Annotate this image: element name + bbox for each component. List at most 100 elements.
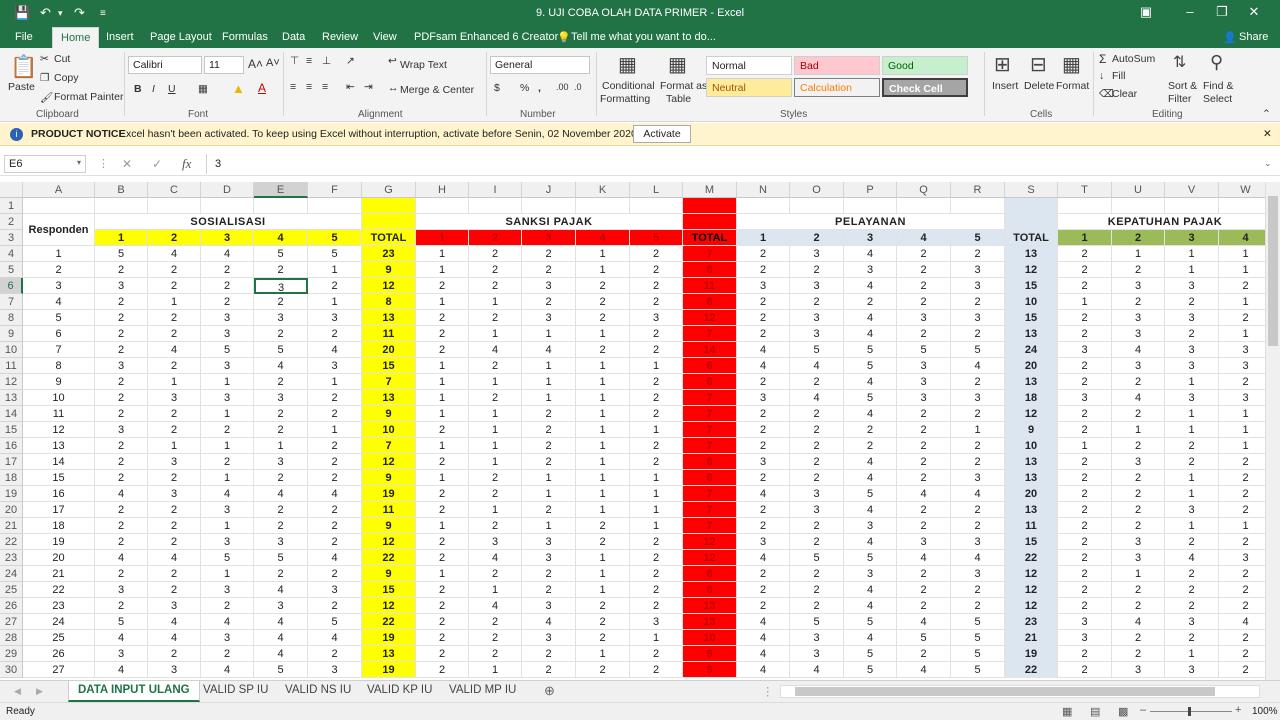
data-cell[interactable]: 1 [576, 550, 630, 566]
data-cell[interactable]: 3 [1112, 358, 1165, 374]
data-cell[interactable]: 3 [1165, 358, 1219, 374]
data-cell[interactable]: 2 [95, 374, 148, 390]
data-cell[interactable]: 21 [23, 566, 95, 582]
data-cell[interactable]: 2 [308, 454, 362, 470]
maximize-icon[interactable]: ❐ [1207, 4, 1237, 20]
data-cell[interactable]: 3 [148, 598, 201, 614]
autosum-icon[interactable]: Σ [1099, 52, 1106, 66]
data-cell[interactable]: 2 [1058, 534, 1112, 550]
data-cell[interactable]: 5 [951, 630, 1005, 646]
data-cell[interactable]: 18 [1005, 390, 1058, 406]
column-subheader[interactable]: 3 [1165, 230, 1219, 246]
data-cell[interactable]: 5 [254, 246, 308, 262]
data-cell[interactable]: 2 [630, 534, 683, 550]
data-cell[interactable]: 15 [362, 582, 416, 598]
data-cell[interactable]: 4 [844, 246, 897, 262]
cut-icon[interactable]: ✂ [40, 53, 49, 65]
data-cell[interactable]: 2 [897, 646, 951, 662]
row-header[interactable]: 29 [0, 646, 23, 662]
data-cell[interactable]: 13 [362, 390, 416, 406]
data-cell[interactable]: 4 [254, 646, 308, 662]
tab-formulas[interactable]: Formulas [222, 31, 268, 43]
data-cell[interactable]: 4 [737, 342, 790, 358]
column-header[interactable]: S [1005, 182, 1058, 198]
data-cell[interactable]: 2 [1058, 550, 1112, 566]
data-cell[interactable]: 3 [1165, 390, 1219, 406]
data-cell[interactable]: 3 [201, 534, 254, 550]
data-cell[interactable]: 3 [790, 630, 844, 646]
data-cell[interactable]: 4 [844, 278, 897, 294]
group-header[interactable]: SANKSI PAJAK [416, 214, 683, 230]
data-cell[interactable]: 14 [683, 342, 737, 358]
data-cell[interactable]: 2 [1165, 438, 1219, 454]
data-cell[interactable]: 22 [1005, 662, 1058, 678]
name-box[interactable]: E6 [4, 155, 86, 173]
data-cell[interactable]: 4 [148, 342, 201, 358]
data-cell[interactable]: 1 [201, 406, 254, 422]
grid-cell[interactable] [148, 198, 201, 214]
data-cell[interactable]: 4 [897, 550, 951, 566]
sort-filter-button-2[interactable]: Filter [1168, 93, 1191, 105]
data-cell[interactable]: 9 [362, 470, 416, 486]
data-cell[interactable]: 2 [737, 518, 790, 534]
grid-cell[interactable] [1005, 214, 1058, 230]
data-cell[interactable]: 2 [416, 278, 469, 294]
data-cell[interactable]: 2 [308, 534, 362, 550]
data-cell[interactable]: 2 [148, 582, 201, 598]
data-cell[interactable]: 2 [630, 454, 683, 470]
autosum-button[interactable]: AutoSum [1112, 53, 1155, 65]
data-cell[interactable]: 22 [1005, 550, 1058, 566]
data-cell[interactable]: 2 [630, 262, 683, 278]
data-cell[interactable]: 4 [844, 630, 897, 646]
align-top-icon[interactable]: ⊤ [290, 55, 299, 67]
data-cell[interactable]: 1 [469, 454, 522, 470]
data-cell[interactable]: 3 [254, 598, 308, 614]
row-header[interactable]: 25 [0, 582, 23, 598]
sheet-tab[interactable]: VALID KP IU [367, 684, 432, 696]
data-cell[interactable]: 10 [362, 422, 416, 438]
format-as-table-button-2[interactable]: Table [666, 93, 691, 105]
row-header[interactable]: 19 [0, 486, 23, 502]
data-cell[interactable]: 10 [683, 630, 737, 646]
font-color-icon[interactable]: A [258, 81, 266, 95]
data-cell[interactable]: 2 [1219, 566, 1265, 582]
data-cell[interactable]: 2 [1058, 422, 1112, 438]
tab-insert[interactable]: Insert [106, 31, 134, 43]
grid-cell[interactable] [95, 198, 148, 214]
data-cell[interactable]: 1 [1219, 422, 1265, 438]
data-cell[interactable]: 2 [1165, 326, 1219, 342]
group-header[interactable]: SOSIALISASI [95, 214, 362, 230]
data-cell[interactable]: 2 [522, 582, 576, 598]
data-cell[interactable]: 2 [790, 470, 844, 486]
data-cell[interactable]: 2 [737, 470, 790, 486]
data-cell[interactable]: 3 [897, 358, 951, 374]
data-cell[interactable]: 2 [951, 582, 1005, 598]
activate-button[interactable]: Activate [633, 125, 691, 143]
data-cell[interactable]: 4 [951, 550, 1005, 566]
data-cell[interactable]: 2 [201, 262, 254, 278]
responden-header[interactable]: Responden [23, 214, 95, 246]
zoom-in-icon[interactable]: + [1235, 704, 1241, 716]
data-cell[interactable]: 5 [897, 342, 951, 358]
data-cell[interactable]: 2 [201, 294, 254, 310]
data-cell[interactable]: 2 [897, 406, 951, 422]
fill-button[interactable]: Fill [1112, 70, 1125, 82]
paste-button[interactable]: Paste [8, 81, 35, 93]
zoom-level[interactable]: 100% [1252, 706, 1278, 717]
data-cell[interactable]: 17 [23, 502, 95, 518]
data-cell[interactable]: 2 [308, 326, 362, 342]
data-cell[interactable]: 1 [308, 262, 362, 278]
data-cell[interactable]: 4 [737, 358, 790, 374]
data-cell[interactable]: 3 [844, 262, 897, 278]
data-cell[interactable]: 2 [897, 422, 951, 438]
data-cell[interactable]: 13 [23, 438, 95, 454]
data-cell[interactable]: 9 [1005, 422, 1058, 438]
data-cell[interactable]: 2 [148, 470, 201, 486]
data-cell[interactable]: 1 [469, 406, 522, 422]
data-cell[interactable]: 4 [308, 630, 362, 646]
data-cell[interactable]: 2 [630, 566, 683, 582]
data-cell[interactable]: 12 [1005, 262, 1058, 278]
data-cell[interactable]: 4 [201, 486, 254, 502]
data-cell[interactable]: 2 [1058, 518, 1112, 534]
data-cell[interactable]: 4 [951, 486, 1005, 502]
